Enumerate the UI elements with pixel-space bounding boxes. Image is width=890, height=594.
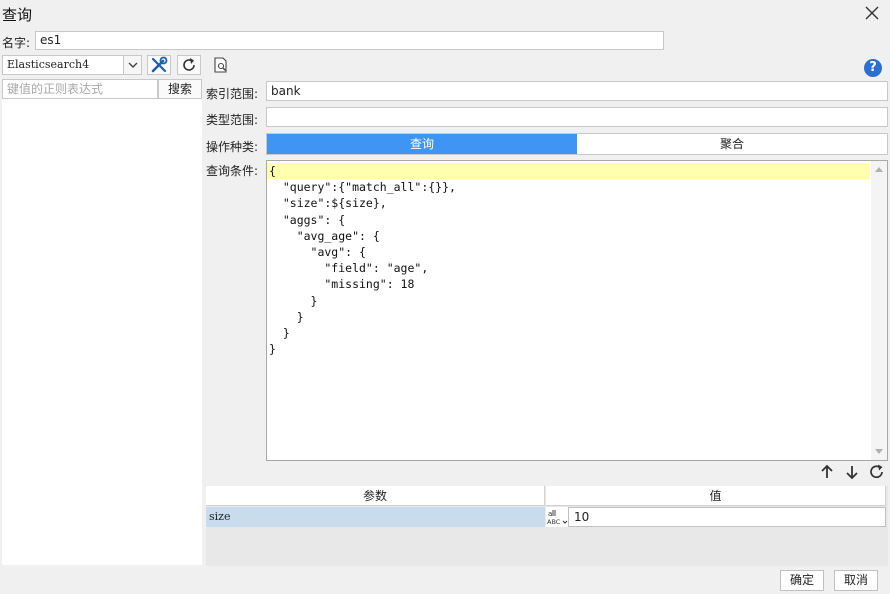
tree-panel[interactable] (2, 79, 202, 565)
param-header-name[interactable]: 参数 (206, 486, 545, 506)
refresh-button[interactable] (177, 55, 201, 75)
abc-type-icon: a ABC (547, 510, 568, 526)
close-button[interactable] (862, 3, 882, 23)
param-name-cell[interactable]: size (206, 507, 545, 527)
svg-text:ABC: ABC (547, 518, 561, 526)
tab-query[interactable]: 查询 (267, 134, 577, 154)
param-table: 参数 值 size a ABC 10 (206, 486, 888, 566)
ok-button[interactable]: 确定 (780, 570, 824, 591)
index-label: 索引范围: (206, 87, 259, 101)
preview-icon (214, 57, 227, 73)
refresh-icon (870, 464, 883, 479)
query-editor[interactable]: { "query":{"match_all":{}}, "size":${siz… (266, 160, 888, 461)
move-down-button[interactable] (842, 462, 862, 482)
type-input[interactable] (266, 107, 888, 127)
arrow-up-icon (821, 464, 833, 478)
move-up-button[interactable] (817, 462, 837, 482)
param-type-button[interactable]: a ABC (546, 507, 568, 527)
tools-icon (151, 56, 168, 73)
scroll-up-icon[interactable] (875, 167, 883, 172)
search-input[interactable]: 键值的正则表达式 (2, 79, 158, 99)
arrow-down-icon (846, 466, 858, 480)
operation-tabs: 查询 聚合 (266, 133, 888, 155)
reset-params-button[interactable] (867, 462, 887, 482)
datasource-select[interactable]: Elasticsearch4 (2, 55, 142, 75)
datasource-selected: Elasticsearch4 (7, 58, 90, 71)
search-button[interactable]: 搜索 (158, 79, 202, 99)
editor-scrollbar[interactable] (871, 161, 887, 460)
close-icon (865, 6, 879, 20)
param-header-value[interactable]: 值 (546, 486, 886, 506)
refresh-icon (183, 58, 195, 71)
query-code: { "query":{"match_all":{}}, "size":${siz… (269, 164, 456, 357)
window-title: 查询 (2, 6, 33, 24)
name-label: 名字: (2, 36, 31, 50)
chevron-down-icon (123, 56, 141, 74)
help-icon[interactable]: ? (864, 59, 882, 77)
operation-label: 操作种类: (206, 140, 259, 154)
svg-text:a: a (548, 510, 552, 518)
scroll-down-icon[interactable] (875, 449, 883, 454)
condition-label: 查询条件: (206, 164, 259, 178)
name-input[interactable]: es1 (35, 31, 664, 50)
settings-button[interactable] (147, 55, 171, 75)
cancel-button[interactable]: 取消 (834, 570, 878, 591)
type-label: 类型范围: (206, 113, 259, 127)
param-value-input[interactable]: 10 (568, 507, 886, 527)
preview-button[interactable] (209, 55, 233, 75)
index-input[interactable]: bank (266, 81, 888, 101)
tab-aggregate[interactable]: 聚合 (577, 134, 887, 154)
